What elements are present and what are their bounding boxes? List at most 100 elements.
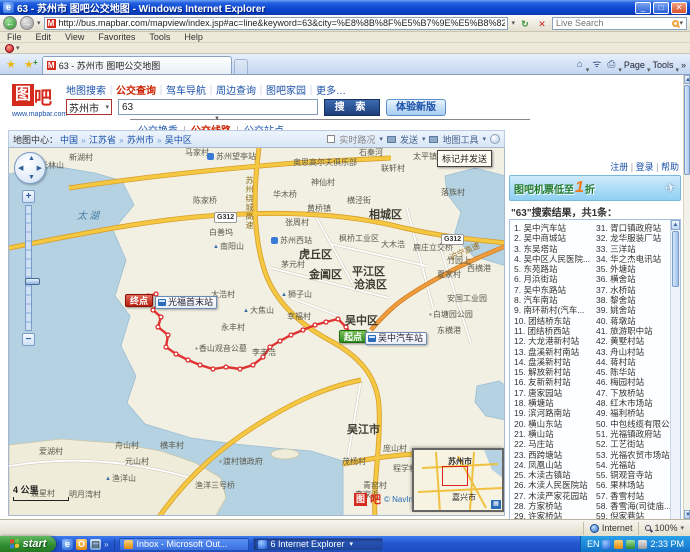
station-item[interactable]: 4. 吴中区人民医院...: [514, 253, 596, 263]
page-scroll-down-icon[interactable]: ▼: [684, 510, 690, 519]
station-item[interactable]: 52. 工艺街站: [596, 438, 670, 448]
station-item[interactable]: 20. 横山东站: [514, 418, 596, 428]
menu-item-edit[interactable]: Edit: [29, 32, 59, 42]
station-item[interactable]: 10. 团结桥东站: [514, 315, 596, 325]
station-item[interactable]: 27. 木渎严家花园站: [514, 490, 596, 500]
station-item[interactable]: 3. 东吴塔站: [514, 243, 596, 253]
station-item[interactable]: 41. 旅游职中站: [596, 325, 670, 335]
new-version-button[interactable]: 体验新版: [386, 99, 446, 116]
station-item[interactable]: 51. 光福镇政府站: [596, 428, 670, 438]
station-item[interactable]: 23. 西跨塘站: [514, 449, 596, 459]
map-pan-control[interactable]: ▲ ▼ ◀ ▶: [14, 152, 46, 184]
end-marker[interactable]: 终点: [125, 294, 153, 307]
traffic-label[interactable]: 实时路况: [339, 133, 375, 146]
station-item[interactable]: 22. 马庄站: [514, 438, 596, 448]
station-item[interactable]: 38. 黎舍站: [596, 294, 670, 304]
menu-item-view[interactable]: View: [58, 32, 91, 42]
menu-item-tools[interactable]: Tools: [142, 32, 177, 42]
station-item[interactable]: 46. 梅园村站: [596, 376, 670, 386]
pan-down-icon[interactable]: ▼: [28, 174, 35, 181]
quicklaunch-ie-icon[interactable]: e: [62, 539, 73, 550]
close-button[interactable]: ✕: [671, 2, 687, 14]
tray-shield-icon[interactable]: [626, 540, 635, 549]
quicklaunch-desktop-icon[interactable]: ▤: [90, 539, 101, 550]
tab-active[interactable]: M 63 - 苏州市 图吧公交地图: [42, 56, 232, 74]
site-nav-item[interactable]: 公交查询: [106, 86, 156, 97]
zoom-indicator[interactable]: 100% ▾: [638, 522, 690, 535]
station-item[interactable]: 35. 外塘站: [596, 263, 670, 273]
station-item[interactable]: 49. 福利桥站: [596, 407, 670, 417]
menu-item-favorites[interactable]: Favorites: [91, 32, 142, 42]
station-item[interactable]: 40. 蒋墩站: [596, 315, 670, 325]
station-item[interactable]: 2. 吴中商城站: [514, 232, 596, 242]
print-icon[interactable]: ⎙: [604, 56, 618, 74]
address-dropdown[interactable]: ▾: [511, 19, 515, 27]
pan-left-icon[interactable]: ◀: [18, 165, 23, 172]
new-tab-stub[interactable]: [234, 59, 248, 74]
site-nav-item[interactable]: 地图搜索: [66, 86, 106, 97]
tray-outlook-icon[interactable]: [614, 540, 623, 549]
station-item[interactable]: 36. 横舍站: [596, 273, 670, 283]
station-item[interactable]: 13. 盘溪新村南站: [514, 346, 596, 356]
site-nav-item[interactable]: 周边查询: [206, 86, 256, 97]
page-scrollbar[interactable]: ▲ ▼: [683, 75, 690, 519]
station-item[interactable]: 1. 吴中汽车站: [514, 222, 596, 232]
station-item[interactable]: 25. 木渎古镇站: [514, 469, 596, 479]
language-indicator[interactable]: EN: [587, 539, 600, 549]
start-station-tag[interactable]: 吴中汽车站: [365, 332, 427, 345]
station-item[interactable]: 47. 下放桥站: [596, 387, 670, 397]
station-item[interactable]: 50. 中包线缆有限公...: [596, 418, 670, 428]
back-button[interactable]: ←: [3, 16, 17, 30]
scroll-thumb[interactable]: [672, 231, 679, 287]
page-scroll-up-icon[interactable]: ▲: [684, 75, 690, 84]
minimap-viewport-rect[interactable]: [442, 466, 468, 486]
station-item[interactable]: 18. 横塘站: [514, 397, 596, 407]
history-dropdown[interactable]: ▾: [37, 19, 41, 27]
stop-button[interactable]: ✕: [535, 17, 549, 30]
end-station-tag[interactable]: 光福首末站: [155, 296, 217, 309]
station-item[interactable]: 32. 龙华服装厂站: [596, 232, 670, 242]
refresh-button[interactable]: ↻: [518, 17, 532, 30]
station-item[interactable]: 39. 姚舍站: [596, 304, 670, 314]
home-icon[interactable]: ⌂: [574, 56, 586, 74]
page-scroll-thumb[interactable]: [684, 85, 690, 175]
zoom-out-button[interactable]: −: [22, 333, 35, 346]
station-item[interactable]: 17. 唐家园站: [514, 387, 596, 397]
page-menu[interactable]: Page: [622, 56, 647, 74]
station-item[interactable]: 8. 汽车南站: [514, 294, 596, 304]
station-item[interactable]: 24. 凤凰山站: [514, 459, 596, 469]
station-item[interactable]: 59. 倪家巷站: [596, 510, 670, 519]
station-item[interactable]: 42. 黄墅村站: [596, 335, 670, 345]
station-item[interactable]: 45. 陈华站: [596, 366, 670, 376]
tools-menu[interactable]: Tools: [650, 56, 675, 74]
traffic-checkbox[interactable]: [327, 135, 335, 143]
start-button[interactable]: start: [0, 536, 56, 552]
start-marker[interactable]: 起点: [339, 330, 367, 343]
pan-right-icon[interactable]: ▶: [37, 165, 42, 172]
zoom-handle[interactable]: [25, 278, 40, 285]
favorites-center-icon[interactable]: ★: [2, 56, 20, 74]
station-item[interactable]: 43. 舟山村站: [596, 346, 670, 356]
station-item[interactable]: 55. 铜观音寺站: [596, 469, 670, 479]
breadcrumb-item[interactable]: 苏州市: [127, 135, 154, 145]
city-select[interactable]: 苏州市▾: [66, 99, 112, 115]
station-item[interactable]: 14. 盘溪新村站: [514, 356, 596, 366]
zoom-track[interactable]: [25, 205, 32, 331]
keyword-input[interactable]: [118, 99, 318, 115]
maximize-button[interactable]: □: [653, 2, 669, 14]
minimap-toggle-icon[interactable]: ▦: [491, 500, 501, 509]
station-item[interactable]: 16. 友新新村站: [514, 376, 596, 386]
account-link[interactable]: 帮助: [654, 162, 679, 172]
breadcrumb-item[interactable]: 江苏省: [89, 135, 116, 145]
live-search-box[interactable]: ▾: [552, 17, 687, 30]
tray-volume-icon[interactable]: [638, 540, 647, 549]
toolbar-overflow[interactable]: »: [679, 56, 688, 74]
station-item[interactable]: 54. 光福站: [596, 459, 670, 469]
feedback-icon[interactable]: [490, 134, 500, 144]
station-item[interactable]: 28. 方家桥站: [514, 500, 596, 510]
station-item[interactable]: 56. 果林场站: [596, 479, 670, 489]
station-item[interactable]: 31. 胥口镇政府站: [596, 222, 670, 232]
station-item[interactable]: 15. 解放新村站: [514, 366, 596, 376]
station-item[interactable]: 6. 月浜街站: [514, 273, 596, 283]
pan-up-icon[interactable]: ▲: [28, 155, 35, 162]
